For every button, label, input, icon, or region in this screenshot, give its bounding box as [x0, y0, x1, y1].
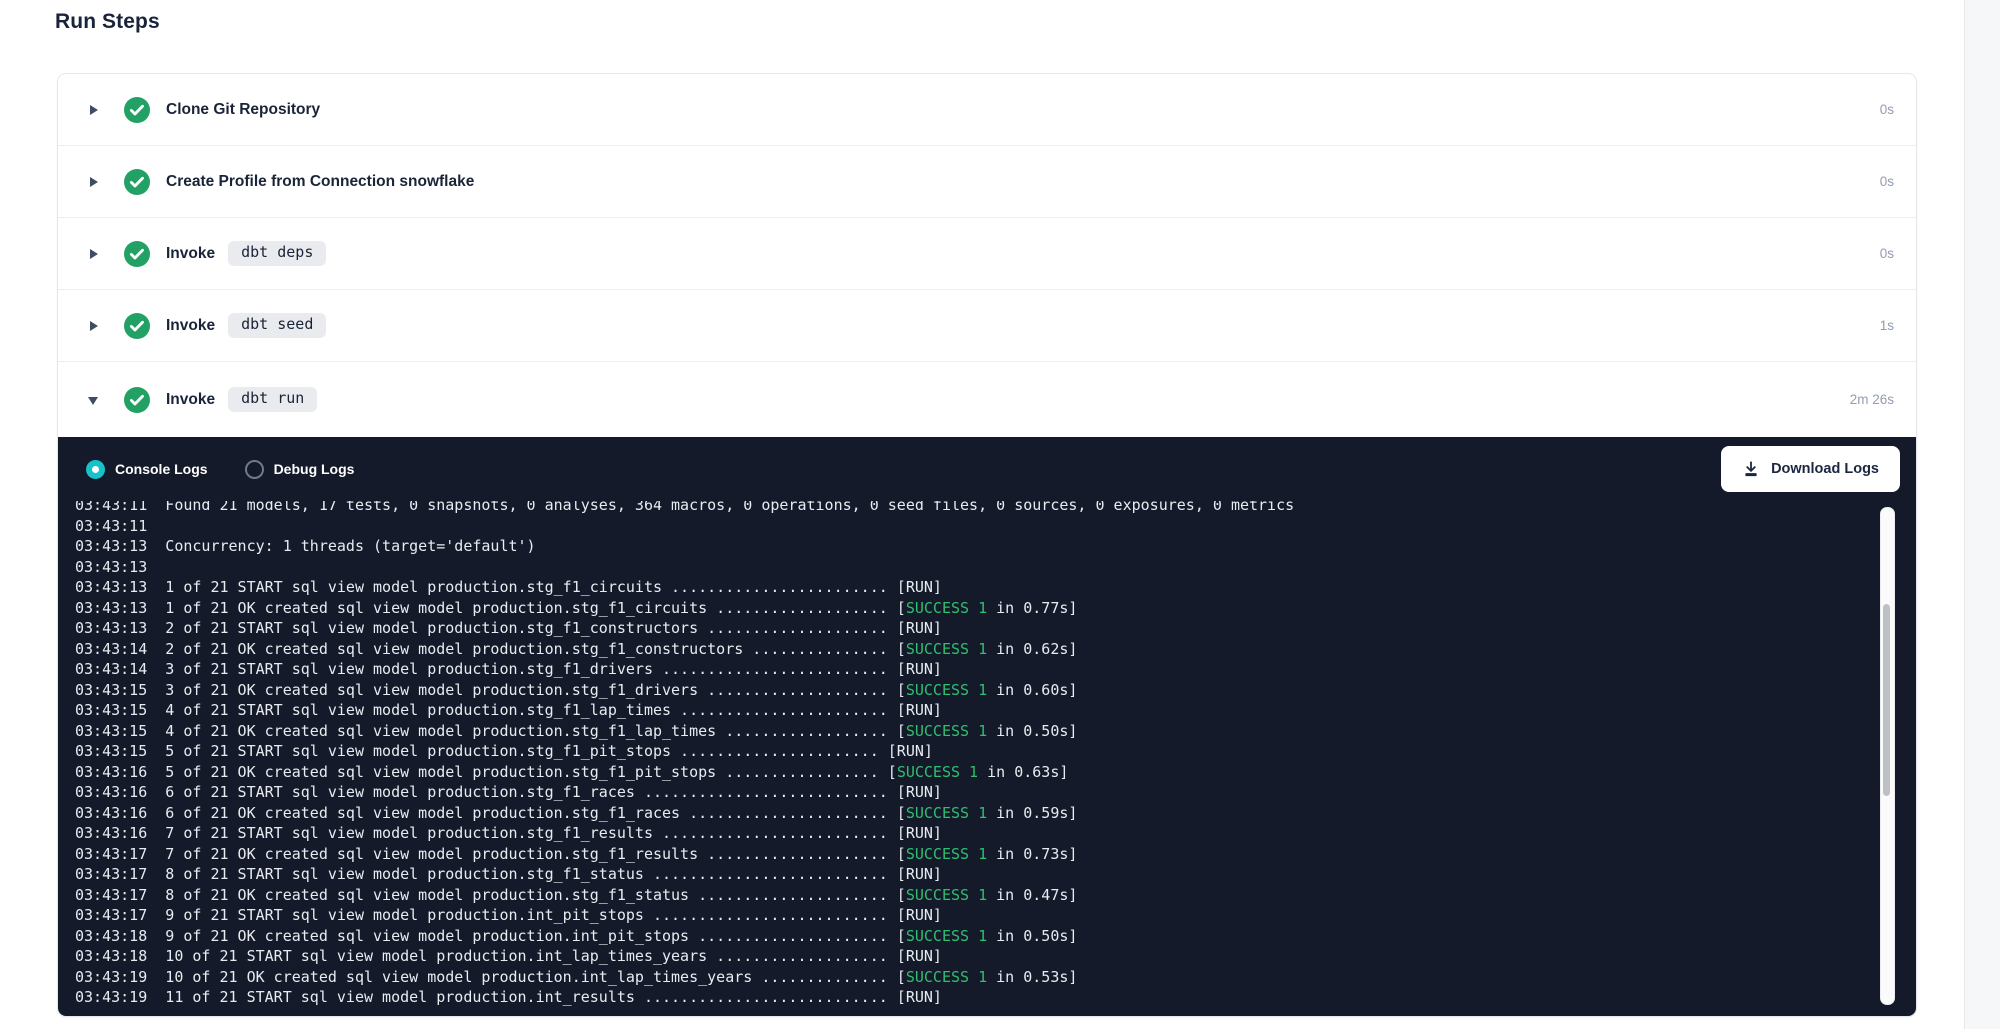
- step-duration: 2m 26s: [1850, 392, 1894, 407]
- status-success-icon: [124, 313, 150, 339]
- download-logs-button[interactable]: Download Logs: [1721, 446, 1900, 492]
- log-line: 03:43:19 10 of 21 OK created sql view mo…: [75, 967, 1916, 988]
- console-logs-label: Console Logs: [115, 461, 208, 477]
- caret-icon[interactable]: [88, 104, 100, 116]
- log-line: 03:43:16 5 of 21 OK created sql view mod…: [75, 762, 1916, 783]
- log-line: 03:43:17 9 of 21 START sql view model pr…: [75, 905, 1916, 926]
- step-row[interactable]: Invoke dbt deps 0s: [58, 218, 1916, 290]
- log-line: 03:43:13 2 of 21 START sql view model pr…: [75, 618, 1916, 639]
- log-scrollbar-thumb[interactable]: [1883, 604, 1890, 796]
- caret-icon[interactable]: [88, 248, 100, 260]
- status-success-icon: [124, 169, 150, 195]
- log-line: 03:43:15 3 of 21 OK created sql view mod…: [75, 680, 1916, 701]
- log-line: 03:43:17 8 of 21 START sql view model pr…: [75, 864, 1916, 885]
- log-line: 03:43:14 3 of 21 START sql view model pr…: [75, 659, 1916, 680]
- log-line: 03:43:13 1 of 21 OK created sql view mod…: [75, 598, 1916, 619]
- step-duration: 0s: [1880, 102, 1894, 117]
- step-row[interactable]: Clone Git Repository 0s: [58, 74, 1916, 146]
- step-duration: 1s: [1880, 318, 1894, 333]
- log-line: 03:43:18 9 of 21 OK created sql view mod…: [75, 926, 1916, 947]
- log-line: 03:43:11: [75, 516, 1916, 537]
- log-line: 03:43:17 7 of 21 OK created sql view mod…: [75, 844, 1916, 865]
- log-panel-header: Console Logs Debug Logs Download Logs: [58, 437, 1916, 501]
- step-row[interactable]: Invoke dbt seed 1s: [58, 290, 1916, 362]
- log-line: 03:43:16 7 of 21 START sql view model pr…: [75, 823, 1916, 844]
- step-label: Clone Git Repository: [166, 101, 320, 119]
- log-line: 03:43:15 4 of 21 OK created sql view mod…: [75, 721, 1916, 742]
- step-label: Invoke: [166, 245, 215, 263]
- console-logs-radio[interactable]: Console Logs: [86, 460, 208, 479]
- download-logs-label: Download Logs: [1771, 461, 1879, 477]
- download-icon: [1742, 460, 1760, 478]
- step-row[interactable]: Invoke dbt run 2m 26s: [58, 362, 1916, 437]
- log-line: 03:43:14 2 of 21 OK created sql view mod…: [75, 639, 1916, 660]
- step-duration: 0s: [1880, 246, 1894, 261]
- status-success-icon: [124, 97, 150, 123]
- step-command-chip: dbt run: [228, 387, 317, 412]
- log-line: 03:43:13: [75, 557, 1916, 578]
- step-command-chip: dbt deps: [228, 241, 326, 266]
- console-log-output[interactable]: 03:43:11 Found 21 models, 17 tests, 0 sn…: [58, 501, 1916, 1016]
- log-line: 03:43:13 Concurrency: 1 threads (target=…: [75, 536, 1916, 557]
- step-list: Clone Git Repository 0s Create Profile f…: [58, 74, 1916, 437]
- radio-selected-icon: [86, 460, 105, 479]
- log-line: 03:43:16 6 of 21 OK created sql view mod…: [75, 803, 1916, 824]
- caret-icon[interactable]: [88, 320, 100, 332]
- step-label: Invoke: [166, 317, 215, 335]
- log-scrollbar-track[interactable]: [1880, 507, 1895, 1005]
- log-line: 03:43:18 10 of 21 START sql view model p…: [75, 946, 1916, 967]
- run-steps-card: Clone Git Repository 0s Create Profile f…: [57, 73, 1917, 1017]
- step-label: Invoke: [166, 391, 215, 409]
- log-panel: Console Logs Debug Logs Download Logs 03…: [58, 437, 1916, 1016]
- radio-unselected-icon: [245, 460, 264, 479]
- log-line: 03:43:19 11 of 21 START sql view model p…: [75, 987, 1916, 1008]
- page-right-gutter: [1964, 0, 2000, 1029]
- log-line: 03:43:15 4 of 21 START sql view model pr…: [75, 700, 1916, 721]
- caret-icon[interactable]: [88, 176, 100, 188]
- log-line: 03:43:15 5 of 21 START sql view model pr…: [75, 741, 1916, 762]
- log-line: 03:43:17 8 of 21 OK created sql view mod…: [75, 885, 1916, 906]
- step-label: Create Profile from Connection snowflake: [166, 173, 474, 191]
- page-title: Run Steps: [55, 10, 160, 34]
- debug-logs-label: Debug Logs: [274, 461, 355, 477]
- log-line: 03:43:11 Found 21 models, 17 tests, 0 sn…: [75, 501, 1916, 516]
- debug-logs-radio[interactable]: Debug Logs: [245, 460, 355, 479]
- step-duration: 0s: [1880, 174, 1894, 189]
- status-success-icon: [124, 387, 150, 413]
- log-line: 03:43:13 1 of 21 START sql view model pr…: [75, 577, 1916, 598]
- status-success-icon: [124, 241, 150, 267]
- log-line: 03:43:16 6 of 21 START sql view model pr…: [75, 782, 1916, 803]
- step-row[interactable]: Create Profile from Connection snowflake…: [58, 146, 1916, 218]
- step-command-chip: dbt seed: [228, 313, 326, 338]
- caret-icon[interactable]: [88, 394, 100, 406]
